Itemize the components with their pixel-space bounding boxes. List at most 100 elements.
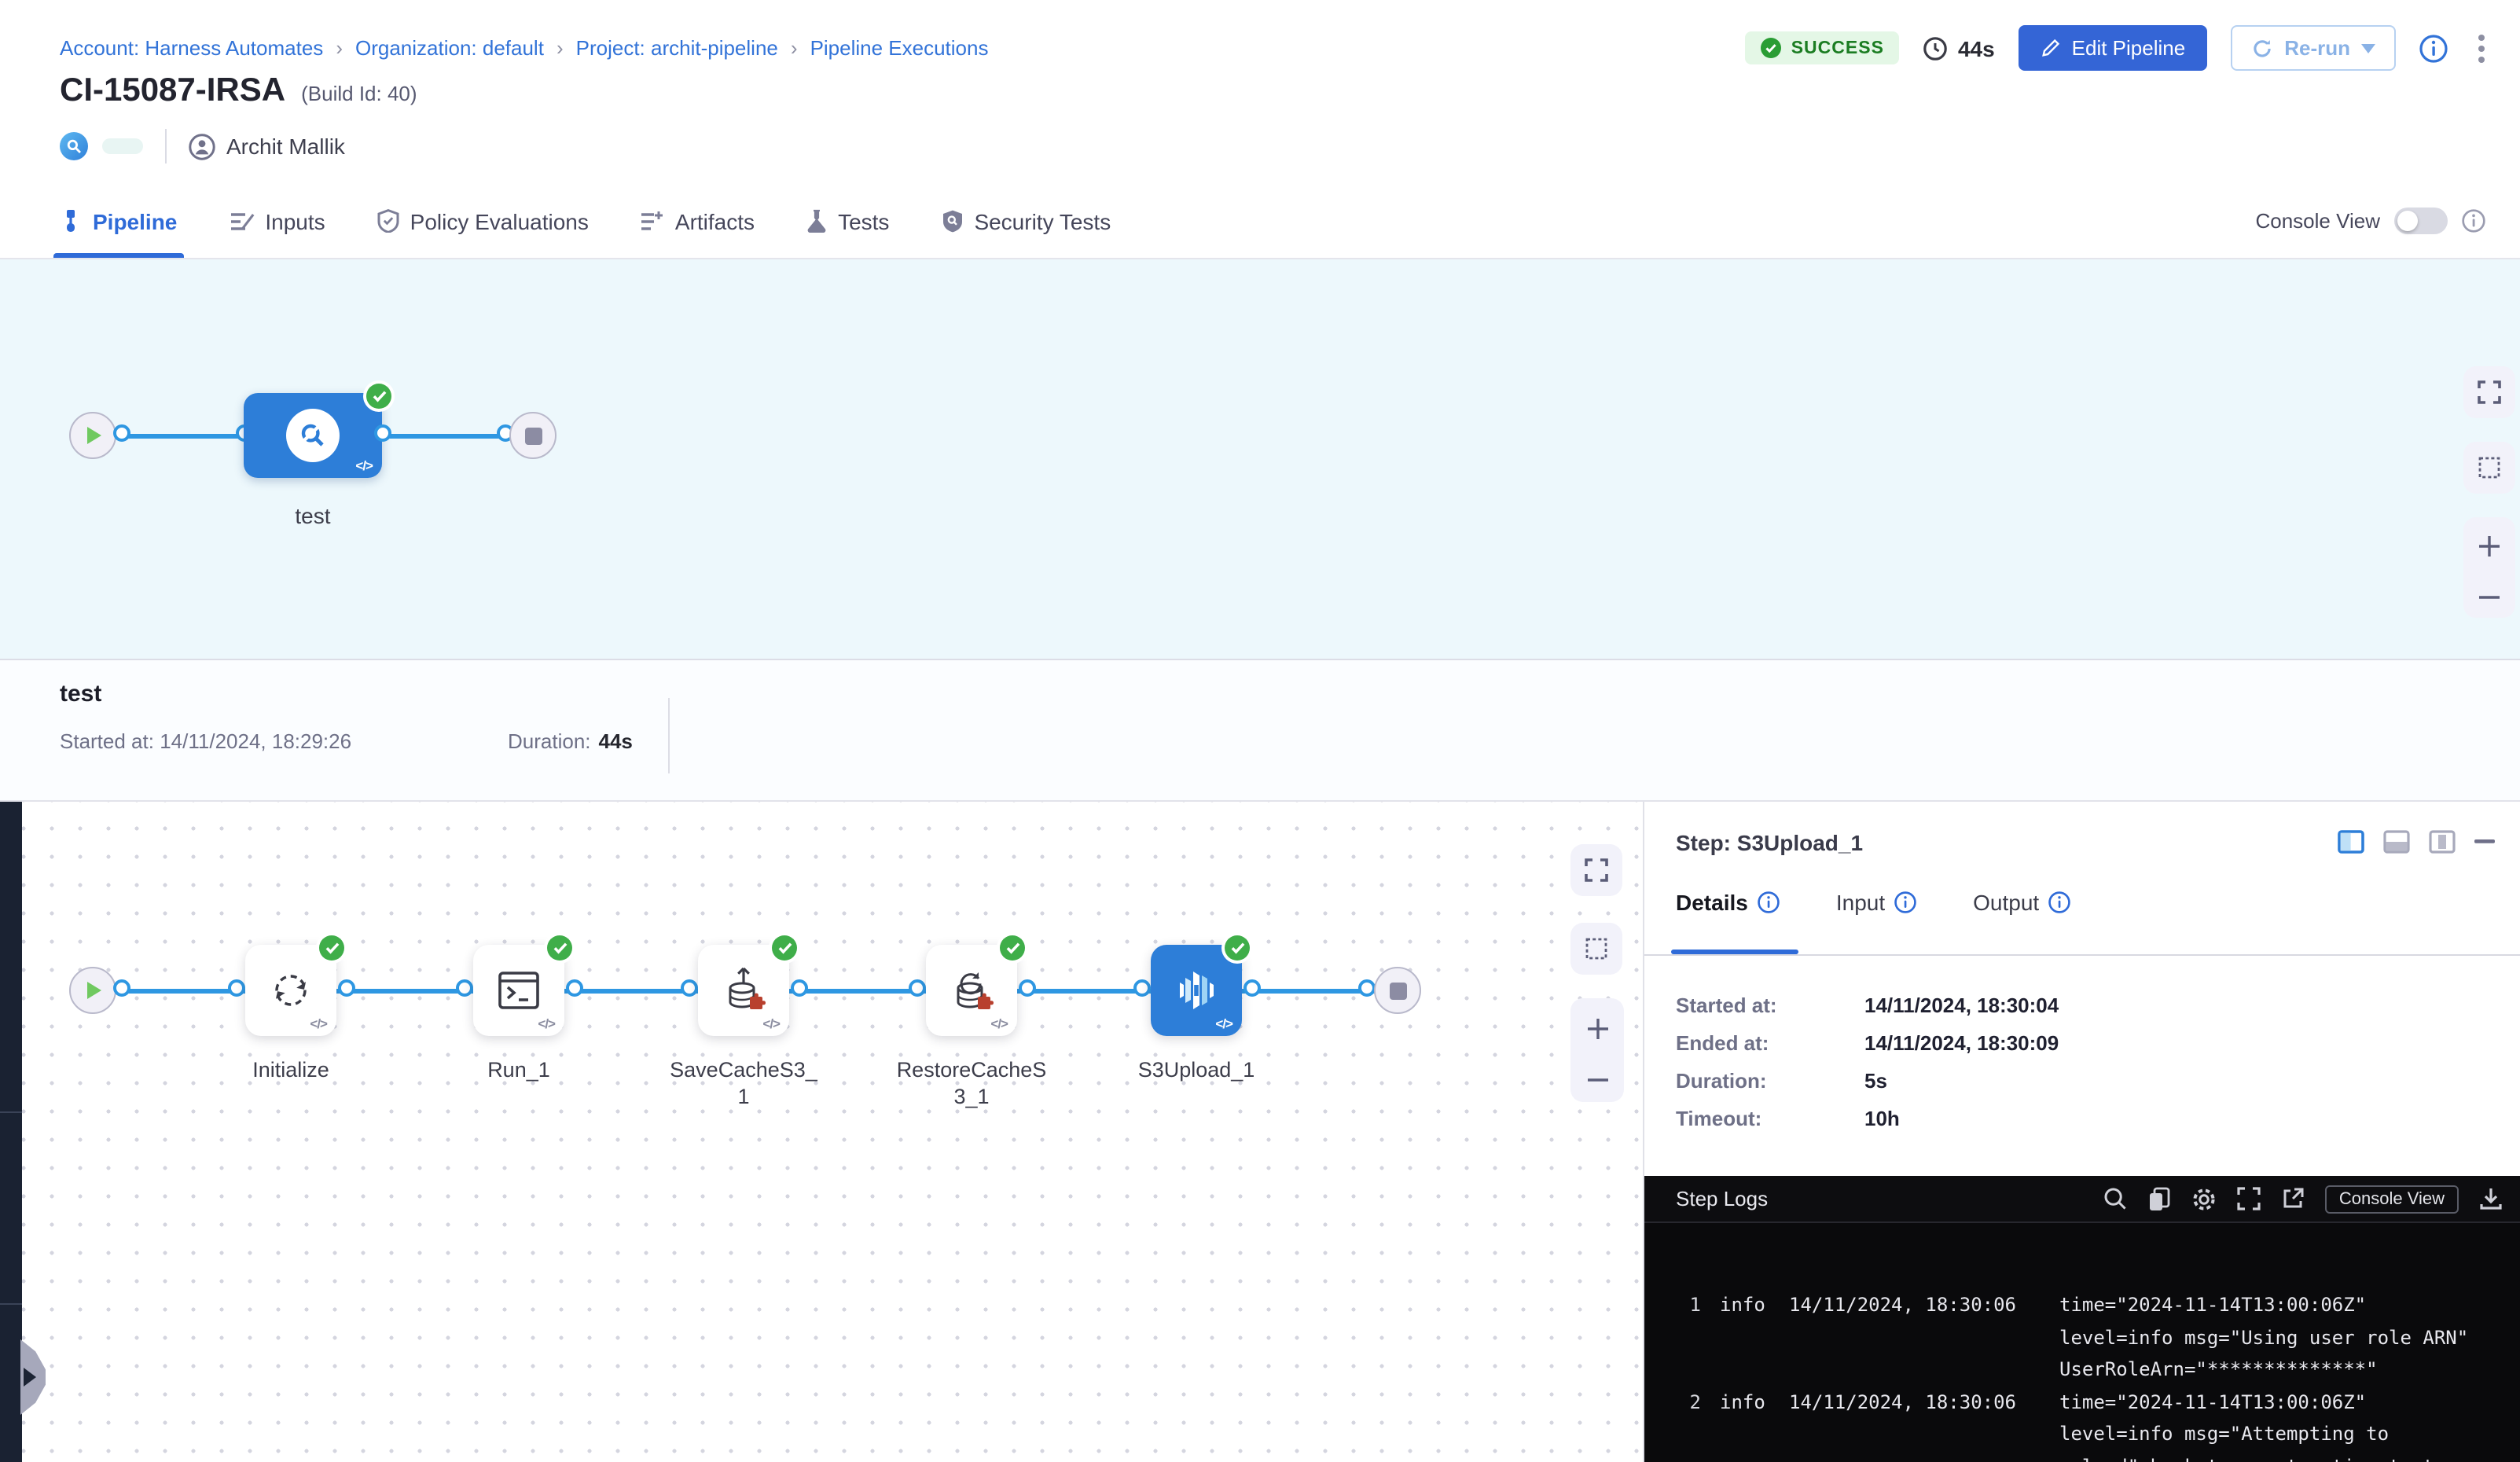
detail-value: 14/11/2024, 18:30:09 bbox=[1864, 1031, 2059, 1055]
success-check-badge bbox=[319, 935, 344, 961]
log-output[interactable]: 1 info 14/11/2024, 18:30:06 time="2024-1… bbox=[1644, 1223, 2520, 1462]
breadcrumb-separator: › bbox=[557, 36, 564, 60]
play-icon bbox=[84, 426, 101, 445]
stage-label[interactable]: test bbox=[250, 503, 376, 528]
connector-dot bbox=[1018, 979, 1035, 997]
zoom-out-button[interactable] bbox=[1585, 1078, 1609, 1084]
save-cache-icon bbox=[720, 965, 767, 1016]
step-node-s3upload[interactable]: </> bbox=[1151, 945, 1242, 1036]
breadcrumb-organization[interactable]: Organization: default bbox=[355, 36, 544, 60]
step-node-savecache-s3[interactable]: </> bbox=[698, 945, 789, 1036]
fullscreen-button[interactable] bbox=[1570, 844, 1622, 896]
tab-details[interactable]: Details bbox=[1676, 890, 1780, 915]
tab-policy-evaluations[interactable]: Policy Evaluations bbox=[377, 184, 589, 258]
connector-dot bbox=[227, 979, 244, 997]
zoom-in-button[interactable] bbox=[2478, 535, 2501, 559]
layout-minimized-icon[interactable] bbox=[2429, 830, 2456, 854]
s3-upload-icon bbox=[1173, 965, 1220, 1016]
step-node-initialize[interactable]: </> bbox=[245, 945, 336, 1036]
stage-name: test bbox=[60, 681, 101, 707]
marquee-select-button[interactable] bbox=[2463, 442, 2515, 494]
app-window: Account: Harness Automates › Organizatio… bbox=[0, 0, 2520, 1462]
tab-tests[interactable]: Tests bbox=[806, 184, 889, 258]
page-header: Account: Harness Automates › Organizatio… bbox=[0, 0, 2520, 259]
breadcrumb-project[interactable]: Project: archit-pipeline bbox=[576, 36, 778, 60]
detail-label: Ended at: bbox=[1676, 1031, 1769, 1055]
user-icon bbox=[189, 133, 215, 160]
step-logs-title: Step Logs bbox=[1676, 1187, 1768, 1210]
success-check-badge bbox=[1225, 935, 1250, 961]
tab-inputs[interactable]: Inputs bbox=[229, 184, 325, 258]
layout-right-icon[interactable] bbox=[2338, 830, 2364, 854]
marquee-icon bbox=[2478, 456, 2501, 479]
connector-dot bbox=[1243, 979, 1260, 997]
build-id: (Build Id: 40) bbox=[301, 82, 417, 105]
stage-start-node[interactable] bbox=[69, 967, 116, 1014]
edit-pipeline-button[interactable]: Edit Pipeline bbox=[2019, 25, 2208, 71]
ci-module-icon bbox=[60, 132, 88, 160]
copy-icon[interactable] bbox=[2147, 1186, 2171, 1211]
download-icon[interactable] bbox=[2479, 1187, 2503, 1210]
log-level: info bbox=[1720, 1289, 1767, 1321]
pipeline-end-node[interactable] bbox=[509, 412, 557, 459]
fullscreen-button[interactable] bbox=[2463, 366, 2515, 418]
console-view-toggle[interactable] bbox=[2394, 208, 2448, 234]
log-timestamp: 14/11/2024, 18:30:06 bbox=[1789, 1289, 2025, 1321]
connector-dot bbox=[337, 979, 354, 997]
breadcrumb-account[interactable]: Account: Harness Automates bbox=[60, 36, 323, 60]
step-details-panel: Step: S3Upload_1 Details Input Output bbox=[1643, 802, 2520, 1462]
step-panel-tabs: Details Input Output bbox=[1676, 890, 2070, 915]
fullscreen-icon[interactable] bbox=[2237, 1187, 2261, 1210]
fullscreen-icon bbox=[1585, 858, 1608, 882]
success-check-badge bbox=[1000, 935, 1025, 961]
fullscreen-icon bbox=[2478, 380, 2501, 404]
tab-output[interactable]: Output bbox=[1973, 890, 2070, 915]
detail-value: 10h bbox=[1864, 1107, 1900, 1130]
breadcrumb-separator: › bbox=[336, 36, 343, 60]
detail-value: 14/11/2024, 18:30:04 bbox=[1864, 994, 2059, 1017]
execution-tabs: Pipeline Inputs Policy Evaluations Artif… bbox=[60, 184, 1111, 258]
step-node-restorecache-s3[interactable]: </> bbox=[926, 945, 1017, 1036]
stage-node-test[interactable]: </> bbox=[244, 393, 382, 478]
connector-dot bbox=[908, 979, 925, 997]
layout-bottom-icon[interactable] bbox=[2383, 830, 2410, 854]
step-label: SaveCacheS3_1 bbox=[665, 1056, 822, 1110]
duration-indicator: 44s bbox=[1923, 35, 1995, 61]
tab-artifacts[interactable]: Artifacts bbox=[641, 184, 755, 258]
search-icon[interactable] bbox=[2103, 1187, 2127, 1210]
info-icon[interactable] bbox=[2462, 209, 2485, 233]
status-badge: SUCCESS bbox=[1746, 31, 1900, 64]
collapse-panel-icon[interactable] bbox=[2474, 839, 2495, 844]
zoom-controls bbox=[1570, 998, 1624, 1102]
status-text: SUCCESS bbox=[1791, 39, 1884, 57]
kebab-menu-icon[interactable] bbox=[2478, 32, 2485, 64]
connector-dot bbox=[680, 979, 697, 997]
module-pill bbox=[102, 138, 143, 154]
tab-input[interactable]: Input bbox=[1836, 890, 1916, 915]
connector-dot bbox=[112, 424, 130, 442]
step-graph-canvas[interactable]: </> Initialize </> Run_1 </> bbox=[0, 802, 1643, 1462]
tab-pipeline[interactable]: Pipeline bbox=[60, 184, 177, 258]
detail-label: Duration: bbox=[1676, 1069, 1767, 1093]
breadcrumb-pipeline-executions[interactable]: Pipeline Executions bbox=[810, 36, 989, 60]
stage-end-node[interactable] bbox=[1374, 967, 1421, 1014]
stage-details-bar: test Started at: 14/11/2024, 18:29:26 Du… bbox=[0, 659, 2520, 802]
info-icon[interactable] bbox=[2419, 34, 2448, 62]
detail-label: Timeout: bbox=[1676, 1107, 1761, 1130]
tab-security-tests[interactable]: Security Tests bbox=[941, 184, 1111, 258]
step-node-run-1[interactable]: </> bbox=[473, 945, 564, 1036]
zoom-out-button[interactable] bbox=[2478, 594, 2501, 601]
stage-graph-canvas[interactable]: </> test bbox=[0, 259, 2520, 659]
breadcrumb-separator: › bbox=[791, 36, 798, 60]
zoom-in-button[interactable] bbox=[1585, 1017, 1609, 1041]
pipeline-start-node[interactable] bbox=[69, 412, 116, 459]
external-link-icon[interactable] bbox=[2281, 1187, 2305, 1210]
detail-value: 5s bbox=[1864, 1069, 1887, 1093]
refresh-icon bbox=[2251, 37, 2273, 59]
code-glyph: </> bbox=[762, 1016, 780, 1031]
console-view-button[interactable]: Console View bbox=[2325, 1185, 2459, 1213]
settings-gear-icon[interactable] bbox=[2191, 1186, 2217, 1211]
rerun-button[interactable]: Re-run bbox=[2231, 25, 2396, 71]
step-panel-title: Step: S3Upload_1 bbox=[1676, 830, 1863, 855]
marquee-select-button[interactable] bbox=[1570, 923, 1622, 975]
